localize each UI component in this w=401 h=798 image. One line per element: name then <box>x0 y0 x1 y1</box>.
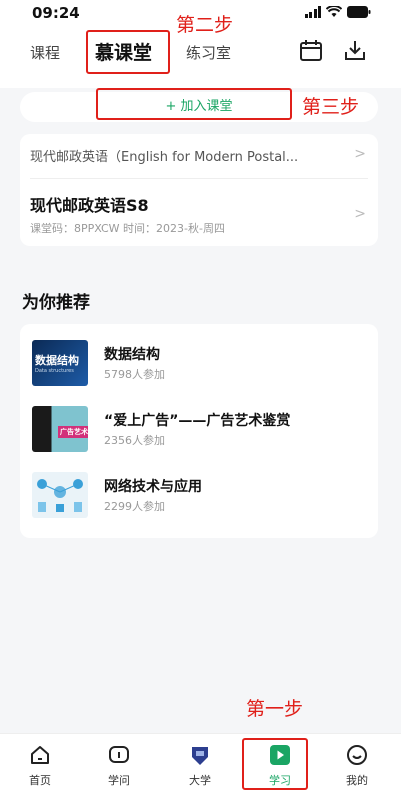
highlight-box-join <box>96 88 292 120</box>
tab-practice-room[interactable]: 练习室 <box>186 42 231 63</box>
tab-courses[interactable]: 课程 <box>30 42 60 63</box>
nav-label: 首页 <box>29 774 51 787</box>
course-thumbnail <box>32 472 88 518</box>
course-item-modern-postal-english[interactable]: 现代邮政英语（English for Modern Postal... <box>30 146 330 165</box>
annotation-step3: 第三步 <box>302 96 360 118</box>
nav-university[interactable]: 大学 <box>170 744 230 790</box>
nav-questions[interactable]: 学问 <box>89 744 149 790</box>
wifi-icon <box>326 6 342 17</box>
status-time: 09:24 <box>32 4 80 22</box>
recommend-item[interactable]: 网络技术与应用 2299人参加 <box>32 472 362 518</box>
recommend-name: 网络技术与应用 <box>104 479 202 495</box>
nav-label: 我的 <box>346 774 368 787</box>
recommend-name: “爱上广告”——广告艺术鉴赏 <box>104 413 291 429</box>
calendar-icon[interactable] <box>298 38 324 64</box>
nav-label: 学问 <box>108 774 130 787</box>
course-card: 现代邮政英语（English for Modern Postal... > 现代… <box>20 134 378 246</box>
recommend-item[interactable]: 广告艺术 “爱上广告”——广告艺术鉴赏 2356人参加 <box>32 406 362 452</box>
chevron-right-icon: > <box>354 146 366 162</box>
course-thumbnail: 数据结构 Data structures <box>32 340 88 386</box>
bottom-nav: 首页 学问 大学 学习 我的 <box>0 733 401 798</box>
university-icon <box>192 747 208 765</box>
nav-me[interactable]: 我的 <box>327 744 387 790</box>
download-icon[interactable] <box>342 38 368 64</box>
divider <box>30 178 368 179</box>
tab-bar: 课程 慕课堂 练习室 <box>0 34 401 74</box>
thumbnail-title: 广告艺术 <box>58 426 88 438</box>
recommend-count: 5798人参加 <box>104 368 165 381</box>
nav-home[interactable]: 首页 <box>10 744 70 790</box>
recommend-name: 数据结构 <box>104 347 160 363</box>
home-icon <box>31 746 49 764</box>
course-thumbnail: 广告艺术 <box>32 406 88 452</box>
recommend-item[interactable]: 数据结构 Data structures 数据结构 5798人参加 <box>32 340 362 386</box>
highlight-box-study <box>242 738 308 790</box>
status-icons <box>304 6 372 18</box>
chevron-right-icon: > <box>354 206 366 222</box>
thumbnail-title: 数据结构 <box>35 354 79 367</box>
highlight-box-mooc-tab <box>86 30 170 74</box>
recommend-heading: 为你推荐 <box>22 293 90 313</box>
annotation-step1: 第一步 <box>246 698 304 720</box>
annotation-step2: 第二步 <box>176 14 234 36</box>
signal-icon <box>304 6 321 18</box>
thumbnail-subtitle: Data structures <box>35 368 74 374</box>
recommend-count: 2299人参加 <box>104 500 165 513</box>
nav-label: 大学 <box>189 774 211 787</box>
recommend-count: 2356人参加 <box>104 434 165 447</box>
smile-icon <box>347 745 367 765</box>
chat-icon <box>109 746 129 763</box>
course-meta: 课堂码：8PPXCW 时间：2023-秋-周四 <box>30 222 225 235</box>
course-title-s8[interactable]: 现代邮政英语S8 <box>30 192 149 216</box>
recommend-list: 数据结构 Data structures 数据结构 5798人参加 广告艺术 “… <box>20 324 378 538</box>
battery-icon <box>347 6 371 18</box>
